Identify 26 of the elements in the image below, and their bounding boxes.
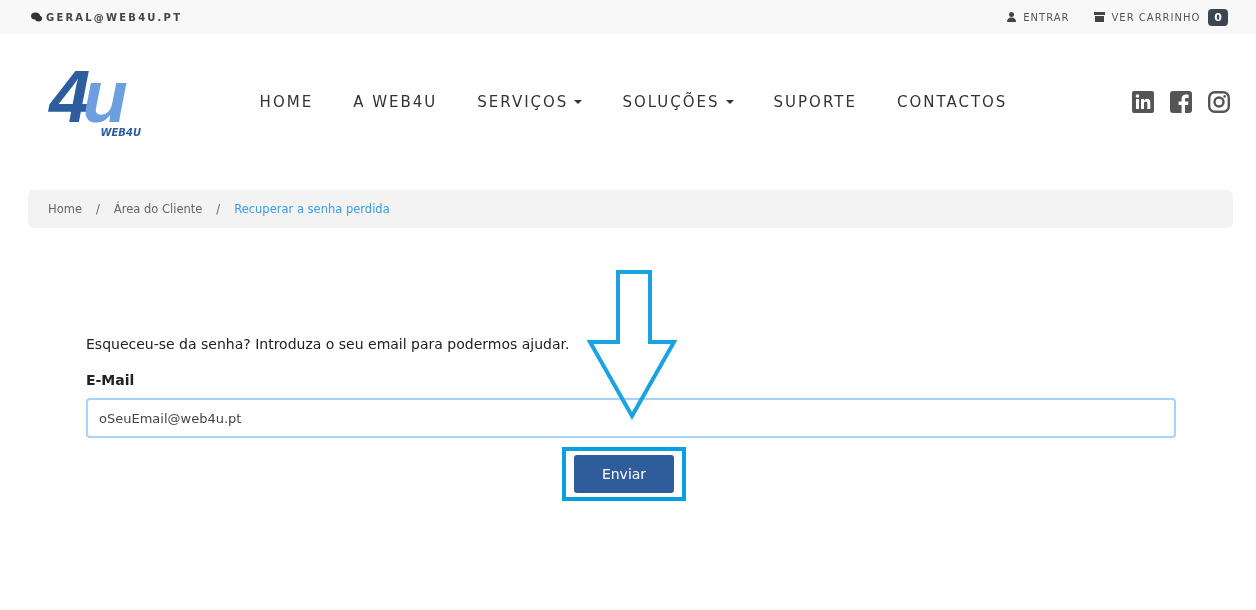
caret-icon: [574, 100, 583, 104]
breadcrumb-separator: /: [216, 202, 221, 216]
chat-icon: [31, 12, 42, 22]
nav-link[interactable]: HOME: [259, 93, 314, 111]
caret-icon: [725, 100, 734, 104]
facebook-icon[interactable]: [1170, 91, 1192, 113]
nav-link[interactable]: CONTACTOS: [896, 93, 1008, 111]
cart-count-badge: 0: [1208, 8, 1228, 26]
linkedin-icon[interactable]: [1132, 91, 1154, 113]
breadcrumb-separator: /: [95, 202, 100, 216]
instagram-icon[interactable]: [1208, 91, 1230, 113]
nav-link[interactable]: A WEB4U: [353, 93, 438, 111]
email-link[interactable]: GERAL@WEB4U.PT: [46, 11, 183, 23]
logo[interactable]: 4uWEB4U: [30, 66, 155, 138]
nav-link[interactable]: SOLUÇÕES: [622, 93, 734, 111]
login-link[interactable]: ENTRAR: [1023, 11, 1070, 23]
breadcrumb-link[interactable]: Home: [48, 202, 82, 216]
cart-link[interactable]: VER CARRINHO: [1111, 11, 1201, 23]
email-field[interactable]: oSeuEmail@web4u.pt: [86, 398, 1176, 438]
user-icon: [1007, 12, 1017, 22]
submit-button[interactable]: Enviar: [574, 455, 674, 493]
nav-link[interactable]: SUPORTE: [773, 93, 857, 111]
breadcrumb-link[interactable]: Área do Cliente: [113, 202, 203, 216]
nav-link[interactable]: SERVIÇOS: [477, 93, 583, 111]
email-label: E-Mail: [86, 372, 136, 388]
intro-text: Esqueceu-se da senha? Introduza o seu email para podermos ajudar.: [86, 336, 571, 352]
